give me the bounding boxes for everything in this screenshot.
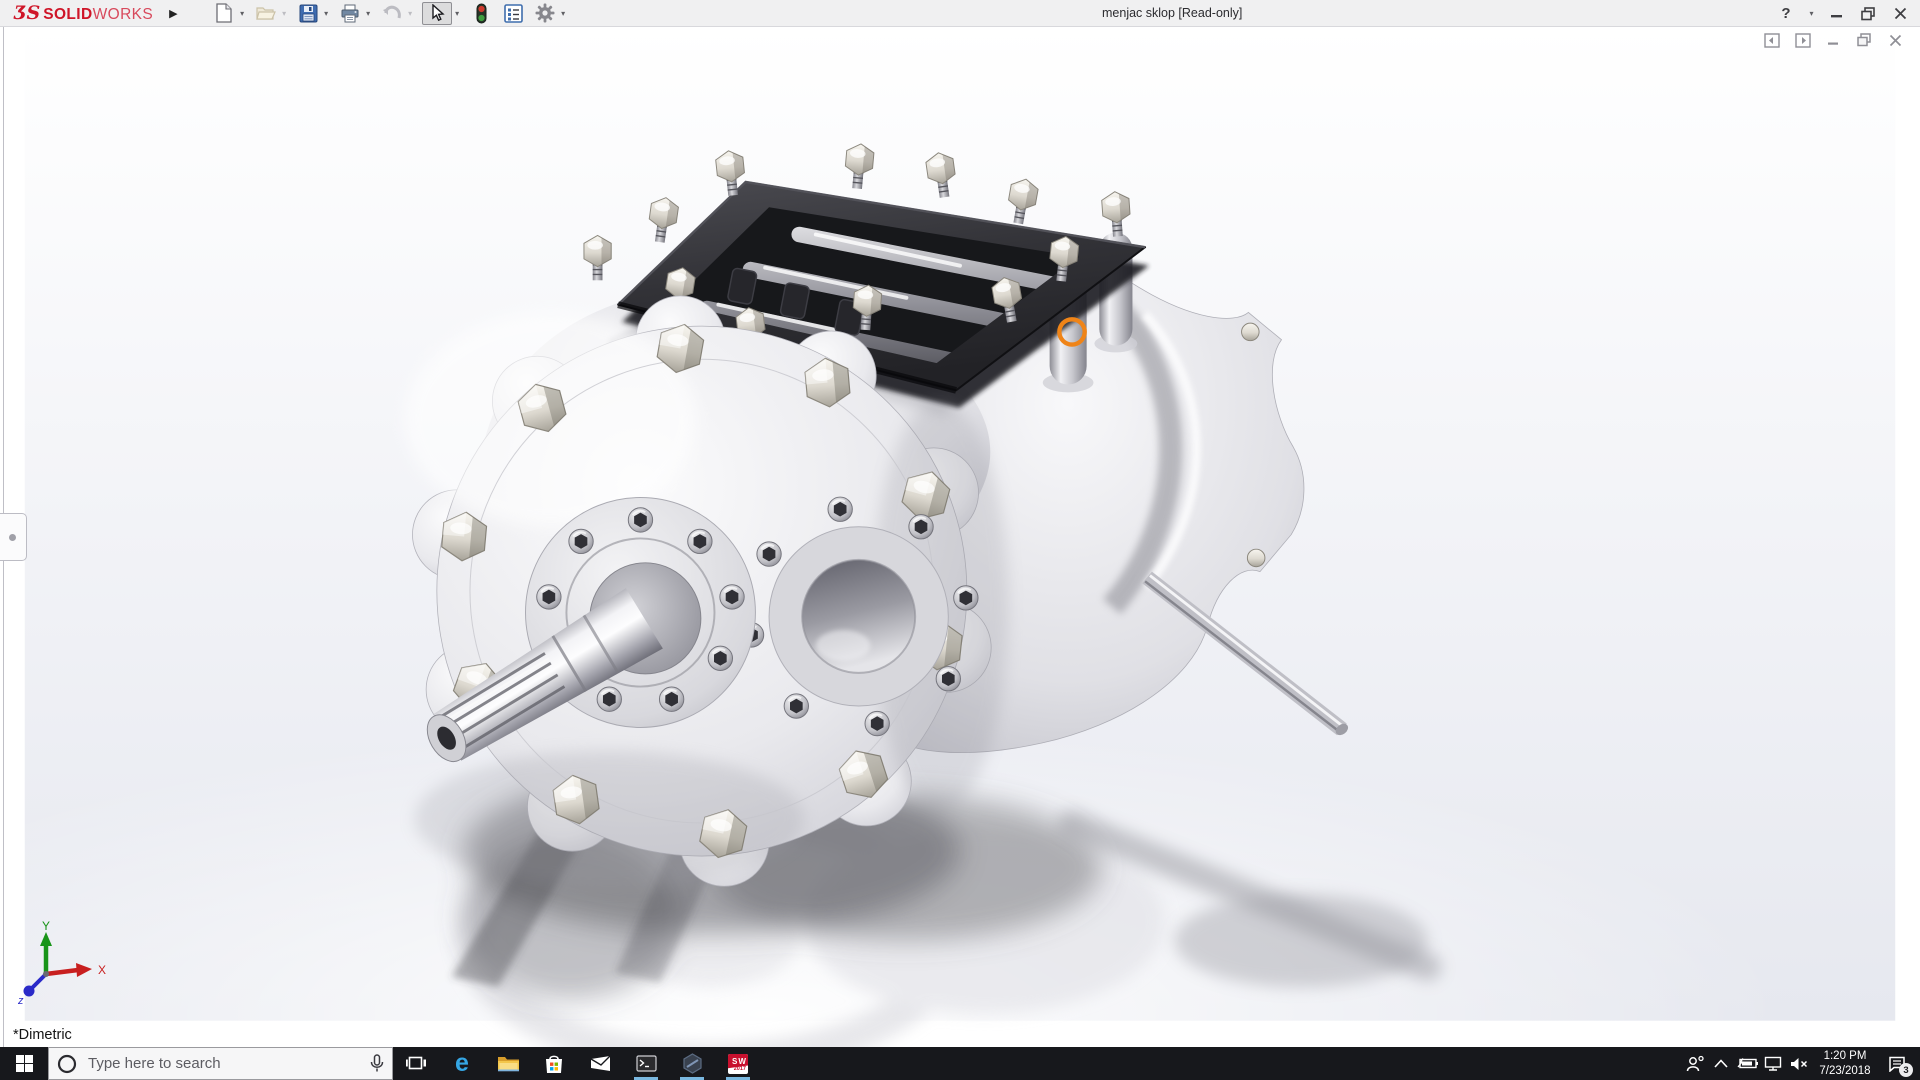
- network-button[interactable]: [1760, 1047, 1786, 1080]
- start-button[interactable]: [0, 1047, 48, 1080]
- windows-logo-icon: [15, 1055, 33, 1072]
- clock-date: 7/23/2018: [1819, 1064, 1871, 1077]
- open-button[interactable]: [254, 2, 279, 25]
- battery-button[interactable]: [1734, 1047, 1760, 1080]
- titlebar: ƷS SOLID WORKS ▶ ▾ ▾ ▾ ▾ ▾ ▾ ▾ menjac sk…: [0, 0, 1920, 27]
- taskbar-app-file-explorer[interactable]: [485, 1047, 531, 1080]
- solidworks-year-label: 2017: [733, 1065, 746, 1072]
- taskbar-app-command-prompt[interactable]: [623, 1047, 669, 1080]
- solidworks-2017-icon: SW 2017: [728, 1053, 748, 1074]
- taskbar-search[interactable]: [48, 1047, 393, 1080]
- network-icon: [1764, 1056, 1782, 1071]
- chevron-up-icon: [1714, 1059, 1728, 1068]
- window-controls: ? ▾: [1774, 0, 1912, 27]
- traffic-light-icon: [476, 3, 487, 23]
- taskbar-clock[interactable]: 1:20 PM 7/23/2018: [1812, 1049, 1878, 1078]
- doc-restore-button[interactable]: [1856, 32, 1873, 48]
- mail-icon: [590, 1055, 610, 1071]
- splitter-dot: [9, 534, 16, 541]
- help-button[interactable]: ?: [1774, 3, 1798, 25]
- people-icon: [1686, 1055, 1704, 1072]
- file-explorer-icon: [497, 1057, 519, 1072]
- microsoft-store-icon: [546, 1055, 562, 1073]
- doc-minimize-button[interactable]: [1825, 32, 1842, 48]
- developer-app-icon: [682, 1053, 702, 1074]
- select-cursor-icon: [431, 4, 445, 22]
- menu-expand-button[interactable]: ▶: [169, 7, 177, 20]
- new-document-button[interactable]: [212, 2, 237, 25]
- brand-works: WORKS: [92, 6, 154, 23]
- view-orientation-label: *Dimetric: [13, 1027, 72, 1043]
- dock-right-button[interactable]: [1794, 32, 1811, 48]
- gearbox-assembly-3d-model[interactable]: [0, 27, 1920, 1047]
- taskbar-app-edge[interactable]: e: [439, 1047, 485, 1080]
- system-tray: 1:20 PM 7/23/2018 3: [1682, 1047, 1920, 1080]
- options-button[interactable]: [533, 2, 558, 25]
- taskbar-app-store[interactable]: [531, 1047, 577, 1080]
- gear-icon: [535, 3, 555, 23]
- close-icon: [1894, 7, 1906, 20]
- microphone-icon[interactable]: [370, 1054, 384, 1073]
- new-document-icon: [216, 3, 232, 23]
- undo-button[interactable]: [380, 2, 405, 25]
- triad-y-label: Y: [42, 919, 50, 933]
- select-tool-button[interactable]: [421, 1, 452, 25]
- help-dropdown[interactable]: ▾: [1807, 9, 1816, 18]
- volume-muted-icon: [1790, 1057, 1807, 1070]
- solidworks-logo: ƷS SOLID WORKS: [0, 2, 153, 24]
- triad-z-label: z: [17, 995, 24, 1006]
- cortana-icon: [57, 1054, 77, 1073]
- task-view-button[interactable]: [393, 1047, 439, 1080]
- brand-solid: SOLID: [43, 6, 93, 23]
- notification-badge: 3: [1899, 1063, 1913, 1077]
- edge-icon: e: [455, 1049, 469, 1077]
- volume-button[interactable]: [1786, 1047, 1812, 1080]
- feature-pane-splitter-tab[interactable]: [0, 513, 27, 561]
- clock-time: 1:20 PM: [1823, 1050, 1867, 1063]
- dock-left-button[interactable]: [1763, 32, 1780, 48]
- undo-dropdown[interactable]: ▾: [406, 9, 415, 18]
- document-title: menjac sklop [Read-only]: [1102, 6, 1243, 20]
- triad-x-label: X: [98, 963, 106, 977]
- undo-icon: [382, 5, 401, 19]
- taskbar-app-solidworks[interactable]: SW 2017: [715, 1047, 761, 1080]
- solidworks-sw-label: SW: [732, 1056, 747, 1066]
- save-floppy-icon: [299, 4, 318, 22]
- options-dropdown[interactable]: ▾: [559, 9, 568, 18]
- 3ds-logo-mark: ƷS: [14, 2, 41, 24]
- battery-charging-icon: [1736, 1058, 1758, 1069]
- command-prompt-icon: [635, 1055, 657, 1072]
- restore-button[interactable]: [1856, 3, 1880, 25]
- taskbar-app-developer[interactable]: [669, 1047, 715, 1080]
- tray-overflow-button[interactable]: [1708, 1047, 1734, 1080]
- document-window-controls: [1763, 32, 1904, 48]
- taskbar-app-mail[interactable]: [577, 1047, 623, 1080]
- print-icon: [341, 4, 359, 22]
- select-dropdown[interactable]: ▾: [453, 9, 462, 18]
- restore-icon: [1860, 6, 1875, 20]
- display-options-button[interactable]: [501, 2, 526, 25]
- new-dropdown[interactable]: ▾: [238, 9, 247, 18]
- properties-list-icon: [503, 3, 523, 23]
- minimize-icon: [1830, 15, 1842, 18]
- open-folder-icon: [256, 7, 277, 20]
- close-button[interactable]: [1888, 3, 1912, 25]
- open-dropdown[interactable]: ▾: [280, 9, 289, 18]
- minimize-button[interactable]: [1824, 3, 1848, 25]
- search-input[interactable]: [86, 1054, 370, 1073]
- rebuild-button[interactable]: [469, 2, 494, 25]
- reference-triad: Y X z: [4, 916, 114, 1011]
- graphics-viewport[interactable]: Y X z *Dimetric: [0, 27, 1920, 1047]
- doc-close-button[interactable]: [1887, 32, 1904, 48]
- people-button[interactable]: [1682, 1047, 1708, 1080]
- print-button[interactable]: [338, 2, 363, 25]
- quick-toolbar: ▾ ▾ ▾ ▾ ▾ ▾ ▾: [212, 0, 575, 27]
- windows-taskbar: e: [0, 1047, 1920, 1080]
- save-button[interactable]: [296, 2, 321, 25]
- save-dropdown[interactable]: ▾: [322, 9, 331, 18]
- print-dropdown[interactable]: ▾: [364, 9, 373, 18]
- task-view-icon: [405, 1056, 426, 1070]
- action-center-button[interactable]: 3: [1878, 1047, 1916, 1080]
